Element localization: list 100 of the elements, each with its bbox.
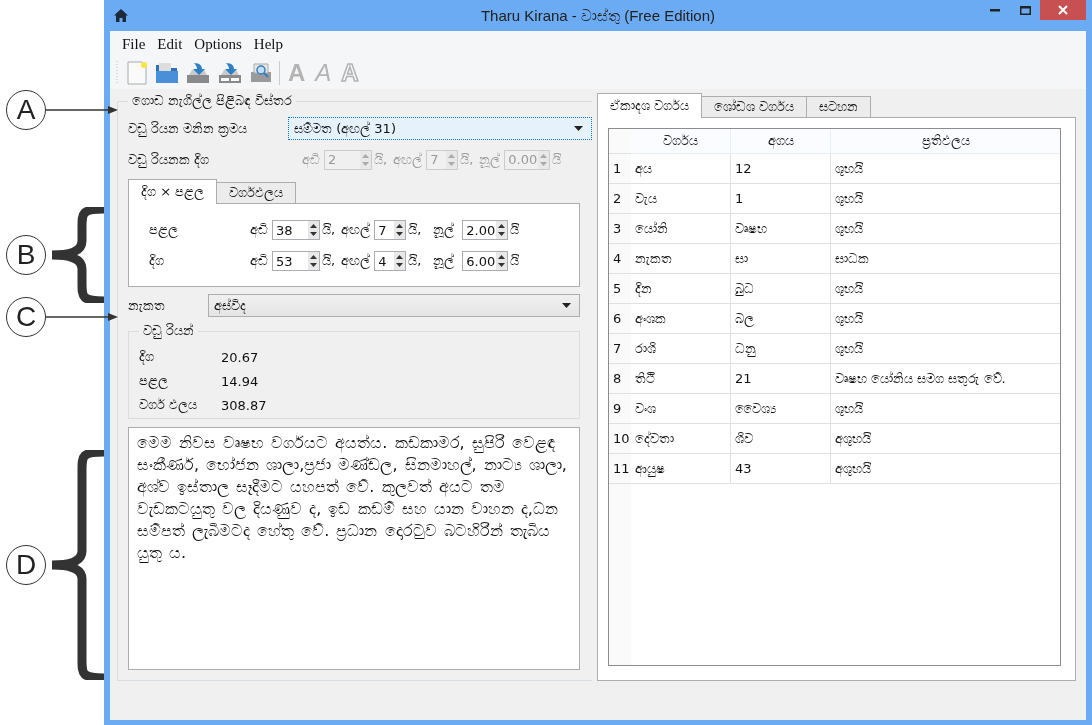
column-header[interactable]: අගය: [731, 129, 831, 154]
table-cell: ශුභයි: [831, 184, 1060, 214]
column-header[interactable]: ප්‍රතිඵලය: [831, 129, 1060, 154]
unit-label: අඩි: [302, 151, 320, 168]
field-label: නැකත: [128, 297, 166, 314]
method-dropdown[interactable]: සම්මත (අඟල් 31): [288, 117, 592, 140]
annotation-label: B: [6, 235, 46, 275]
table-cell: වැය: [631, 184, 731, 214]
row-number: 7: [609, 334, 631, 364]
table-cell: තිථි: [631, 364, 731, 394]
drive-arrow-icon[interactable]: [217, 62, 243, 84]
menu-item[interactable]: Options: [190, 35, 246, 53]
spin-box[interactable]: 53: [272, 251, 320, 271]
row-number: 9: [609, 394, 631, 424]
table-cell: 43: [731, 454, 831, 484]
unit-label: අඟල්: [393, 151, 423, 168]
result-value: 14.94: [221, 373, 259, 389]
result-label: වර්ග ඵලය: [139, 397, 199, 413]
unit-label: අඟල්: [341, 222, 371, 238]
group-title: වඩු රියන්: [142, 323, 196, 339]
folder-icon[interactable]: [155, 62, 179, 84]
home-icon[interactable]: [114, 9, 128, 22]
tab[interactable]: ශෝඩශ වර්ගය: [701, 96, 808, 117]
spin-box[interactable]: 6.00: [462, 251, 509, 271]
table-cell: ශිව: [731, 424, 831, 454]
table-cell: ශුභයි: [831, 214, 1060, 244]
row-number: 6: [609, 304, 631, 334]
table-cell: වෘෂභ: [731, 214, 831, 244]
unit-label: නූල්: [433, 222, 455, 238]
print-preview-icon[interactable]: [249, 62, 273, 84]
maximize-icon: [1019, 5, 1031, 15]
row-number: 2: [609, 184, 631, 214]
row-number: 5: [609, 274, 631, 304]
table-cell: ශුභයි: [831, 334, 1060, 364]
result-label: දිග: [139, 349, 155, 365]
table-cell: ධනු: [731, 334, 831, 364]
field-label: වඩු රියන මනින ක්‍රමය: [128, 120, 249, 137]
table-cell: නැකත: [631, 244, 731, 274]
drive-arrow-icon[interactable]: [185, 62, 211, 84]
tab[interactable]: ඒකාදශ වර්ගය: [597, 93, 703, 118]
unit-label: යි: [510, 222, 520, 238]
unit-label: යි,: [460, 151, 474, 168]
row-number: 8: [609, 364, 631, 394]
annotation-label: D: [6, 545, 46, 585]
table-cell: ශුභයි: [831, 274, 1060, 304]
tab[interactable]: වර්ගඵලය: [216, 182, 297, 203]
unit-label: අඩි: [250, 253, 268, 269]
table-cell: රාශි: [631, 334, 731, 364]
field-label: වඩු රියනක දිග: [128, 151, 211, 168]
table-cell: වෘෂභ යෝනිය සමග සතුරු වේ.: [831, 364, 1060, 394]
menu-item[interactable]: File: [118, 35, 150, 53]
unit-label: යි,: [322, 222, 336, 238]
table-cell: 12: [731, 154, 831, 184]
spin-box[interactable]: 2.00: [462, 220, 509, 240]
tab[interactable]: දිග × පළල: [128, 179, 218, 204]
table-cell: 21: [731, 364, 831, 394]
annotation-label: A: [6, 90, 46, 130]
unit-label: නූල්: [479, 151, 501, 168]
arrow-icon: [46, 312, 118, 322]
description-text-area[interactable]: මෙම නිවස වෘෂභ වර්ගයට අයත්ය. කඩකාමර, සුපිරි වෙළඳ සංකීර්ණ, භෝජන ශාලා,ප්‍රජා මණ්ඩල, සිනමාහල්, නාට්‍ය ශාලා, අශ්ව ඉස්තාල සෑදීමට යහපත් වේ. කුලවත් අයට තම වැඩකටයුතු වල දියණුව ද, ඉඩ කඩම් සහ යාන වාහන ද,ධන සම්පත් ලැබීමටද හේතු වේ. ප්‍රධාන දොරටුව බටහිරින් තැබිය යුතු ය.: [128, 427, 580, 670]
table-cell: සාධක: [831, 244, 1060, 274]
dropdown-arrow-icon: [562, 303, 571, 308]
unit-label: අඩි: [250, 222, 268, 238]
unit-label: නූල්: [433, 253, 455, 269]
unit-label: අඟල්: [341, 253, 371, 269]
table-cell: අශුභයි: [831, 424, 1060, 454]
spin-box[interactable]: 7: [374, 220, 407, 240]
tab[interactable]: සටහන: [806, 96, 872, 117]
close-button[interactable]: [1040, 0, 1086, 20]
row-number: 4: [609, 244, 631, 274]
field-label: දිග: [149, 253, 165, 269]
annotation-label: C: [6, 297, 46, 337]
nakatha-dropdown[interactable]: අස්විද: [208, 294, 580, 317]
table-cell: වෛශ්‍ය: [731, 394, 831, 424]
row-number: 3: [609, 214, 631, 244]
row-number: 11: [609, 454, 631, 484]
unit-label: යි: [510, 253, 520, 269]
arrow-icon: [46, 105, 118, 115]
dropdown-arrow-icon: [574, 126, 583, 131]
menu-item[interactable]: Help: [249, 35, 288, 53]
table-cell: අංශක: [631, 304, 731, 334]
unit-label: යි,: [408, 253, 422, 269]
spin-box[interactable]: 38: [272, 220, 320, 240]
result-value: 20.67: [221, 349, 259, 365]
table-cell: බුධ: [731, 274, 831, 304]
unit-label: යි,: [408, 222, 422, 238]
table-cell: ආයුෂ: [631, 454, 731, 484]
unit-label: යි,: [374, 151, 388, 168]
column-header[interactable]: වර්ගය: [631, 129, 731, 154]
menu-item[interactable]: Edit: [153, 35, 187, 53]
table-cell: අශුභයි: [831, 454, 1060, 484]
field-label: පළල: [149, 222, 179, 238]
table-cell: ශුභයි: [831, 154, 1060, 184]
spin-box[interactable]: 4: [374, 251, 407, 271]
table-cell: දේවතා: [631, 424, 731, 454]
result-label: පළල: [139, 373, 169, 389]
window-title: Tharu Kirana - වාස්තු (Free Edition): [479, 6, 717, 25]
table-cell: 1: [731, 184, 831, 214]
unit-label: යි: [552, 151, 562, 168]
close-icon: [1058, 5, 1068, 15]
